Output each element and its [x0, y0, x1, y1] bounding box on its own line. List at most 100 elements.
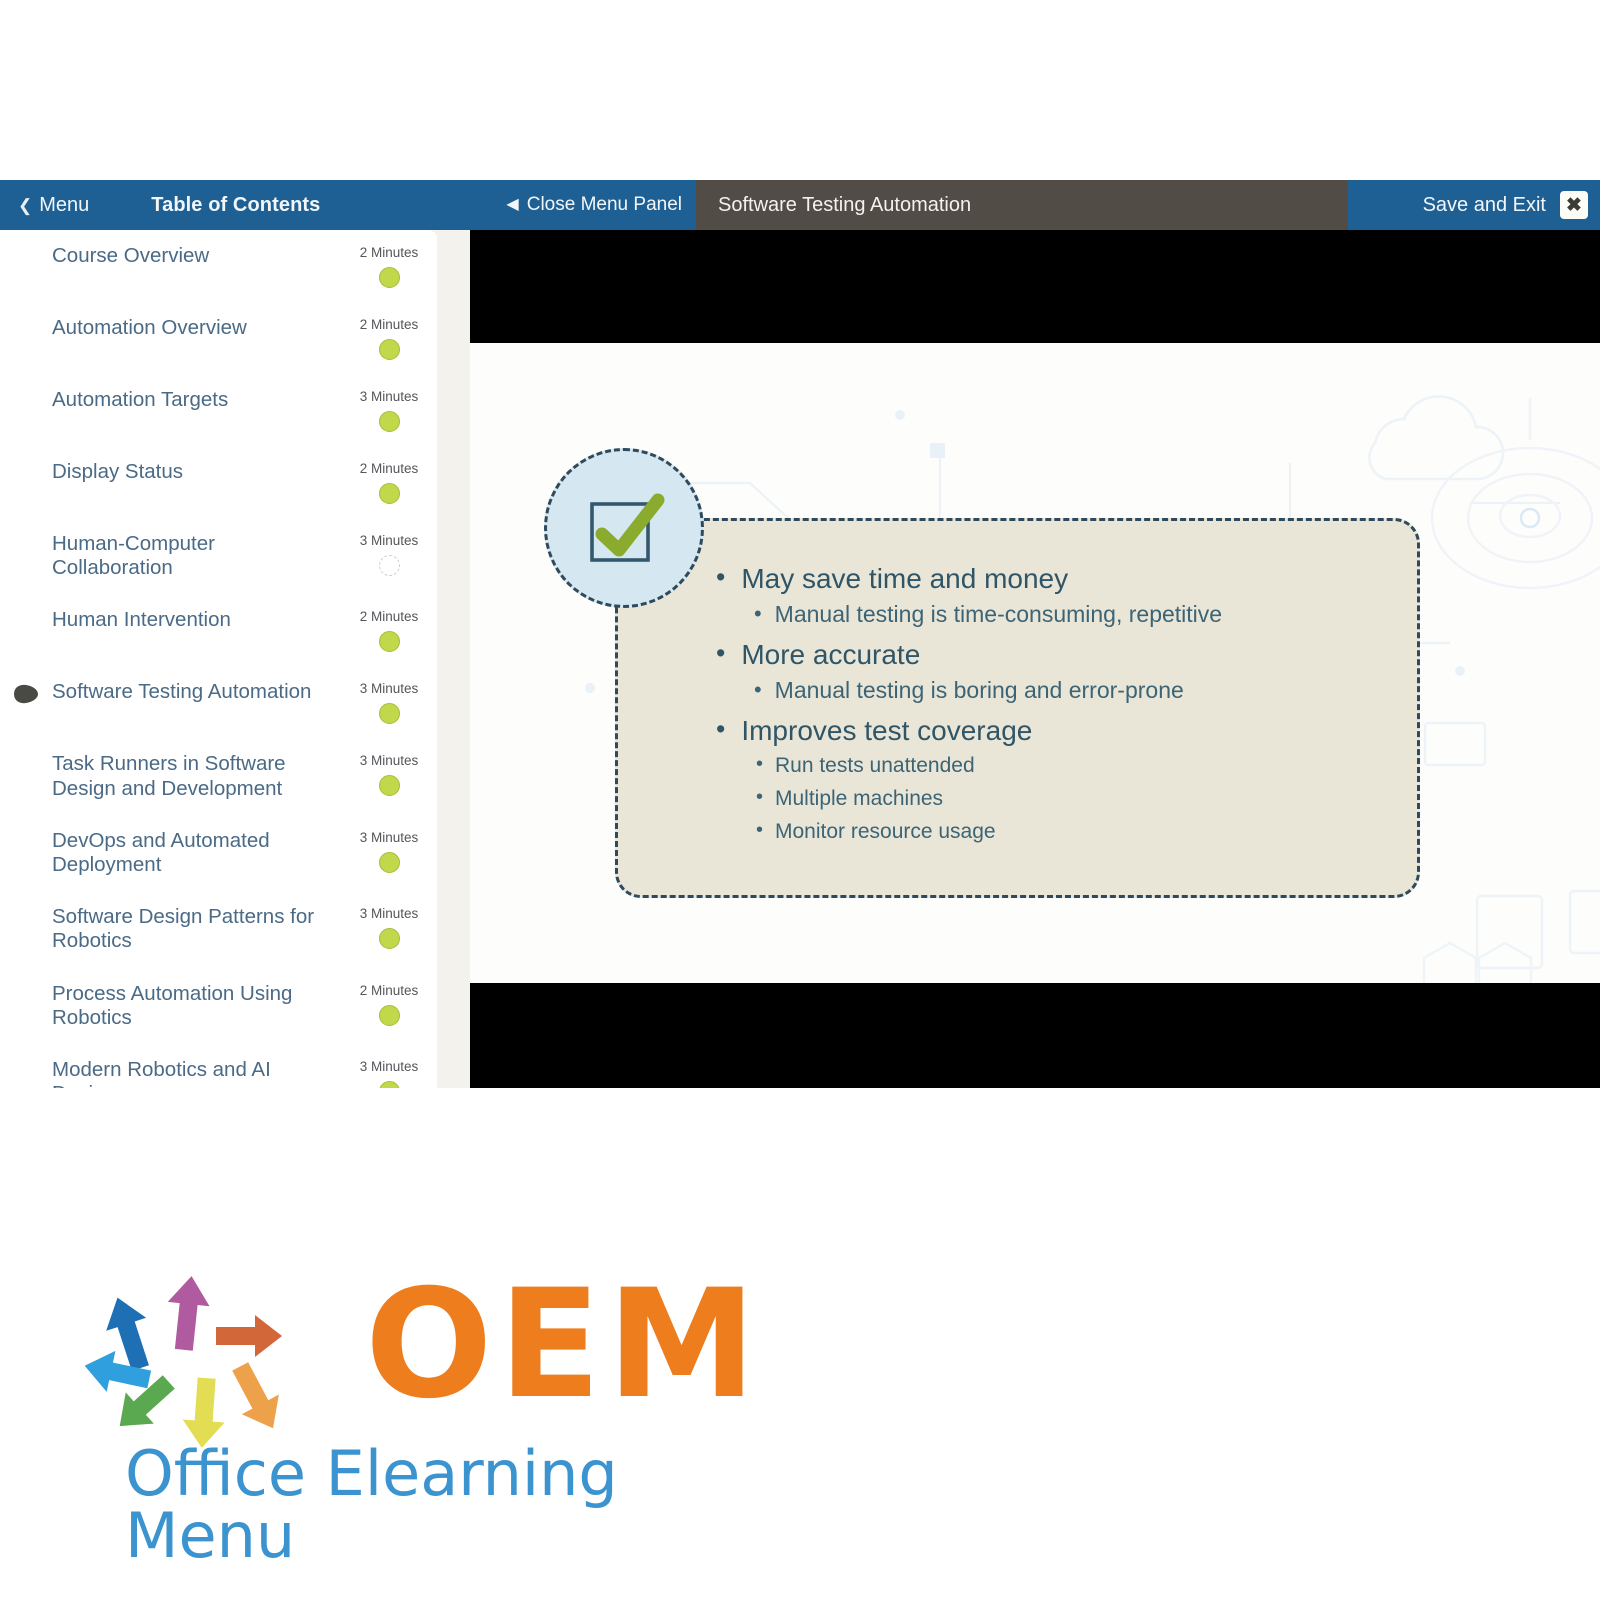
- bullet-dot-icon: •: [716, 562, 726, 592]
- slide-bullet-text: Manual testing is boring and error-prone: [774, 676, 1184, 703]
- toc-item-pointer: [0, 388, 52, 391]
- toc-item-meta: 3 Minutes: [341, 532, 437, 576]
- toc-item-duration: 3 Minutes: [359, 1058, 419, 1074]
- slide-bullet-7: • Monitor resource usage: [756, 818, 1393, 845]
- toc-item-status-dot: [378, 928, 400, 950]
- toc-item-pointer: [0, 1058, 52, 1061]
- slide-bullet-6: • Multiple machines: [756, 785, 1393, 812]
- slide-bullet-text: Multiple machines: [774, 786, 944, 810]
- toc-list[interactable]: Course Overview 2 Minutes Automation Overv…: [0, 230, 437, 1088]
- slide-bullet-1: • Manual testing is time-consuming, repet…: [754, 600, 1393, 629]
- menu-button-label: Menu: [39, 193, 90, 216]
- toc-item-label: Display Status: [52, 460, 184, 483]
- toc-item-pointer: [0, 829, 52, 832]
- toc-scrollbar-track[interactable]: [437, 230, 899, 1088]
- toc-item-11[interactable]: Modern Robotics and AI Designs 3 Minutes: [0, 1044, 437, 1088]
- bullet-dot-icon: •: [756, 752, 763, 775]
- toc-item-5[interactable]: Human Intervention 2 Minutes: [0, 594, 437, 666]
- logo-arrows-icon: [84, 1276, 282, 1448]
- toc-item-duration: 2 Minutes: [359, 982, 419, 998]
- slide-bullet-0: • May save time and money: [716, 561, 1393, 596]
- table-of-contents-title: Table of Contents: [151, 193, 321, 216]
- bullet-dot-icon: •: [754, 601, 762, 626]
- checkmark-in-box-icon: [544, 448, 704, 608]
- logo-tagline: Office Elearning Menu: [125, 1437, 618, 1572]
- close-icon[interactable]: ✖: [1560, 191, 1588, 219]
- toc-item-pointer: [0, 905, 52, 908]
- toc-item-label: Software Design Patterns for Robotics: [52, 905, 315, 953]
- toc-item-pointer: [0, 244, 52, 247]
- toc-item-pointer: [0, 532, 52, 535]
- toc-item-duration: 2 Minutes: [359, 317, 419, 332]
- toc-item-0[interactable]: Course Overview 2 Minutes: [0, 230, 437, 302]
- slide-canvas: • May save time and money • Manual testing …: [470, 343, 1600, 983]
- toc-item-meta: 3 Minutes: [341, 905, 437, 950]
- checkmark-icon: [590, 493, 665, 562]
- slide-bullet-2: • More accurate: [716, 637, 1393, 672]
- toc-item-duration: 2 Minutes: [359, 609, 419, 625]
- toc-item-duration: 3 Minutes: [359, 906, 419, 922]
- toc-item-duration: 2 Minutes: [359, 461, 419, 476]
- save-and-exit-button[interactable]: Save and Exit: [1423, 194, 1546, 217]
- close-menu-panel-label: Close Menu Panel: [526, 194, 682, 215]
- slide-bullet-text: Improves test coverage: [741, 714, 1033, 746]
- toc-item-status-dot: [378, 411, 400, 432]
- oem-logo: OEM Office Elearning Menu: [70, 1258, 756, 1567]
- toc-item-pointer: [0, 316, 52, 319]
- triangle-left-icon: ◀: [506, 196, 519, 213]
- slide-bullet-text: May save time and money: [741, 563, 1069, 594]
- toc-item-pointer: [0, 752, 52, 755]
- slide-stage: • May save time and money • Manual testing …: [470, 230, 1600, 1088]
- current-slide-pointer-icon: [14, 685, 38, 704]
- bullet-dot-icon: •: [756, 819, 763, 842]
- toc-item-label: Course Overview: [52, 244, 210, 267]
- toc-item-status-dot: [378, 703, 400, 725]
- toc-item-3[interactable]: Display Status 2 Minutes: [0, 446, 437, 518]
- toc-item-duration: 3 Minutes: [359, 389, 419, 404]
- close-menu-panel-button[interactable]: ◀ Close Menu Panel: [470, 180, 696, 230]
- slide-bullet-text: Manual testing is time-consuming, repeti…: [774, 601, 1223, 627]
- toc-item-label: Modern Robotics and AI Designs: [52, 1057, 271, 1088]
- slide-bullet-text: Run tests unattended: [774, 753, 975, 777]
- toc-item-status-dot: [378, 1004, 400, 1026]
- toc-item-6[interactable]: Software Testing Automation 3 Minutes: [0, 666, 437, 738]
- toc-item-duration: 2 Minutes: [359, 245, 419, 260]
- toc-item-7[interactable]: Task Runners in Software Design and Deve…: [0, 738, 437, 814]
- player-top-bar: ❮ Menu Table of Contents ◀ Close Menu Pa…: [0, 180, 1600, 230]
- toc-item-meta: 3 Minutes: [341, 829, 437, 873]
- toc-item-meta: 3 Minutes: [341, 752, 437, 797]
- bullet-dot-icon: •: [716, 713, 726, 744]
- toc-item-meta: 2 Minutes: [341, 982, 437, 1026]
- toc-item-1[interactable]: Automation Overview 2 Minutes: [0, 302, 437, 374]
- toc-item-9[interactable]: Software Design Patterns for Robotics 3 M…: [0, 891, 437, 967]
- bullet-dot-icon: •: [716, 637, 726, 668]
- slide-callout-box: • May save time and money • Manual testing …: [615, 518, 1420, 898]
- toc-item-meta: 2 Minutes: [341, 460, 437, 504]
- toc-item-10[interactable]: Process Automation Using Robotics 2 Minut…: [0, 968, 437, 1044]
- slide-bullet-text: Monitor resource usage: [774, 820, 996, 844]
- toc-item-8[interactable]: DevOps and Automated Deployment 3 Minutes: [0, 815, 437, 891]
- toc-item-meta: 2 Minutes: [341, 316, 437, 360]
- toc-item-status-dot: [378, 555, 400, 576]
- toc-item-status-dot: [378, 267, 400, 288]
- toc-item-4[interactable]: Human-Computer Collaboration 3 Minutes: [0, 518, 437, 594]
- toc-item-duration: 3 Minutes: [359, 829, 419, 845]
- toc-item-duration: 3 Minutes: [359, 753, 419, 769]
- menu-back-button[interactable]: ❮ Menu: [18, 194, 89, 217]
- toc-header: ❮ Menu Table of Contents: [0, 180, 470, 230]
- toc-item-duration: 3 Minutes: [359, 681, 419, 697]
- toc-item-label: Automation Overview: [52, 316, 247, 339]
- toc-item-pointer: [0, 608, 52, 611]
- course-player: ❮ Menu Table of Contents ◀ Close Menu Pa…: [0, 180, 1600, 1088]
- toc-item-label: Automation Targets: [52, 388, 229, 411]
- top-bar-actions: Save and Exit ✖: [1348, 180, 1600, 230]
- toc-item-label: Human Intervention: [52, 608, 231, 632]
- toc-item-label: Human-Computer Collaboration: [52, 532, 215, 580]
- toc-item-2[interactable]: Automation Targets 3 Minutes: [0, 374, 437, 446]
- slide-bullet-3: • Manual testing is boring and error-pron…: [754, 676, 1393, 705]
- slide-bullet-5: • Run tests unattended: [756, 752, 1393, 779]
- toc-item-status-dot: [378, 483, 400, 504]
- toc-item-meta: 2 Minutes: [341, 244, 437, 288]
- slide-bullet-text: More accurate: [741, 638, 921, 670]
- toc-item-label: Software Testing Automation: [52, 680, 312, 704]
